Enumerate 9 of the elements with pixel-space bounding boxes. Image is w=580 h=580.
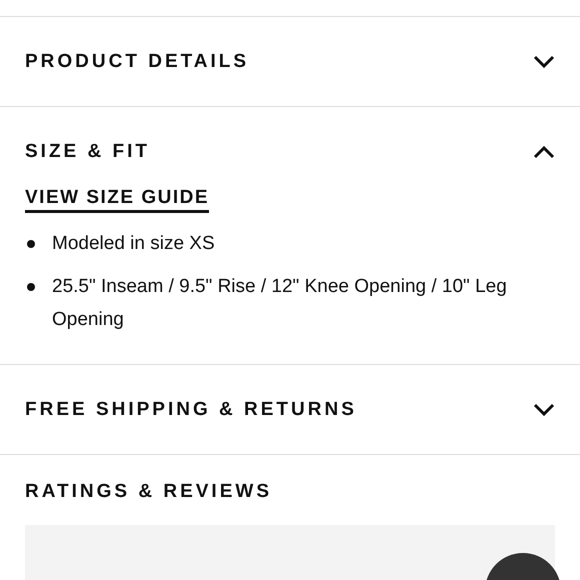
- section-heading: RATINGS & REVIEWS: [25, 481, 273, 503]
- bullet-text: Modeled in size XS: [52, 232, 216, 256]
- bullet-text: 25.5" Inseam / 9.5" Rise / 12" Knee Opening / 10" Leg Opening: [52, 275, 508, 332]
- size-guide-link[interactable]: VIEW SIZE GUIDE: [25, 187, 210, 213]
- bullet-icon: [27, 240, 35, 248]
- chevron-down-icon: [533, 54, 555, 68]
- chevron-up-icon: [533, 144, 555, 158]
- chevron-down-icon: [533, 402, 555, 416]
- bullet-icon: [27, 283, 35, 291]
